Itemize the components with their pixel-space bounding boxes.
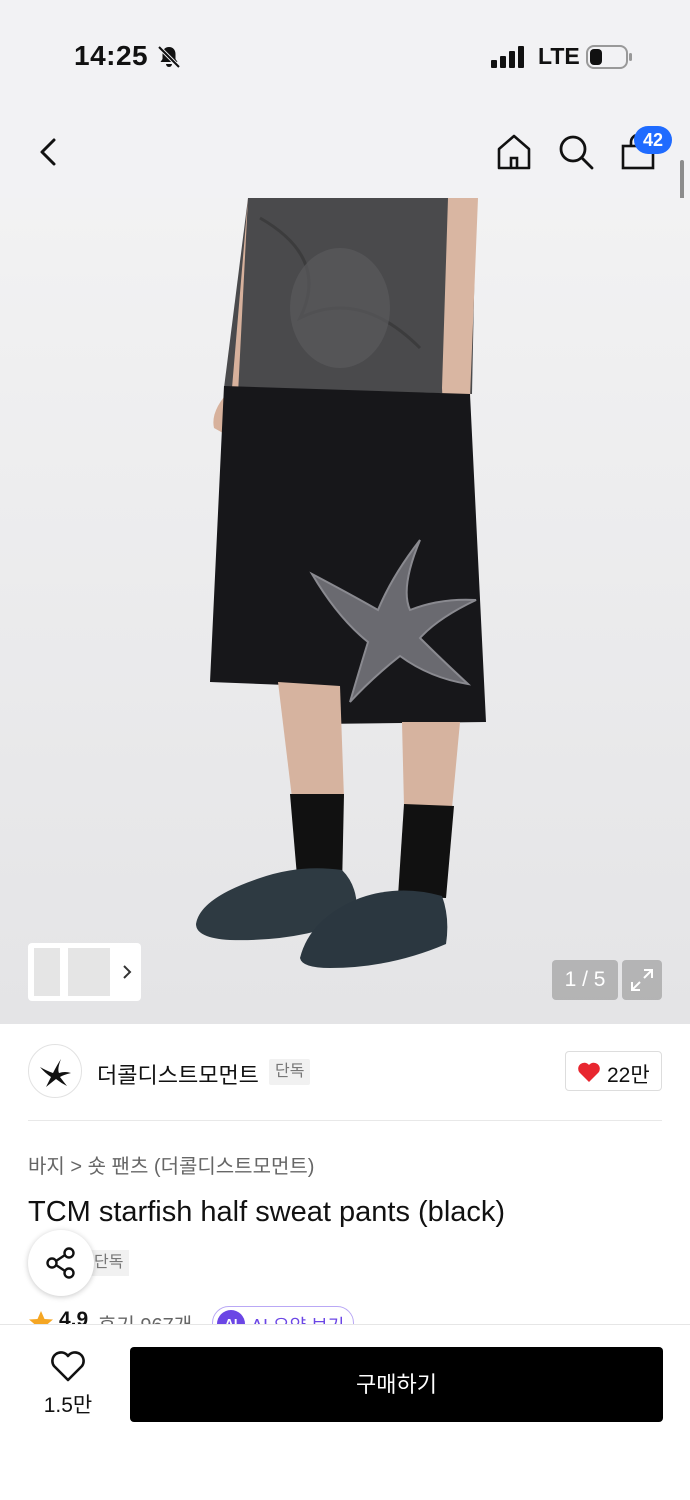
buy-button[interactable]: 구매하기 (130, 1347, 663, 1422)
ai-summary-label: AI 요약 보기 (251, 1312, 344, 1324)
breadcrumb[interactable]: 바지 > 숏 팬츠 (더콜디스트모먼트) (28, 1150, 314, 1179)
heart-outline-icon[interactable] (50, 1351, 86, 1383)
thumbnail-image[interactable] (94, 948, 110, 996)
thumbnail-image[interactable] (34, 948, 60, 996)
product-image-gallery[interactable]: 1 / 5 (0, 198, 690, 1024)
battery-icon (586, 45, 632, 69)
exclusive-tag: 단독 (269, 1059, 311, 1085)
bell-off-icon (157, 45, 181, 69)
cart-count-badge: 42 (634, 126, 672, 154)
brand-name[interactable]: 더콜디스트모먼트 (97, 1058, 259, 1090)
share-icon (46, 1247, 75, 1279)
thumbnail-strip[interactable] (28, 943, 141, 1001)
image-page-counter: 1 / 5 (552, 960, 618, 1000)
network-type: LTE (538, 43, 580, 69)
share-button[interactable] (28, 1230, 94, 1296)
expand-button[interactable] (622, 960, 662, 1000)
star-icon (29, 1311, 53, 1324)
thumbnail-image[interactable] (68, 948, 94, 996)
starfish-logo-icon (40, 1059, 71, 1087)
rating-value: 4.9 (59, 1308, 89, 1324)
home-icon[interactable] (494, 132, 534, 172)
search-icon[interactable] (556, 132, 596, 172)
brand-logo[interactable] (28, 1044, 82, 1098)
status-bar: 14:25 LTE (0, 0, 690, 110)
wish-count: 1.5만 (43, 1394, 93, 1417)
expand-icon (631, 969, 653, 991)
bottom-action-bar: 1.5만 구매하기 (0, 1324, 690, 1500)
divider (28, 1120, 662, 1121)
heart-filled-icon (578, 1062, 600, 1082)
top-nav-bar: 42 (0, 110, 690, 198)
brand-row: 더콜디스트모먼트 단독 22만 (0, 1024, 690, 1122)
ai-icon: AI (217, 1310, 245, 1324)
brand-like-button[interactable]: 22만 (565, 1051, 662, 1091)
back-arrow-icon[interactable] (30, 132, 70, 172)
ai-summary-button[interactable]: AI AI 요약 보기 (212, 1306, 354, 1324)
product-title: TCM starfish half sweat pants (black) (28, 1196, 506, 1228)
product-tag: 단독 (88, 1250, 130, 1276)
chevron-right-icon[interactable] (120, 963, 134, 981)
status-time: 14:25 (74, 40, 149, 71)
rating-row: 4.9 후기 967개 AI AI 요약 보기 (28, 1306, 688, 1324)
brand-like-count: 22만 (607, 1064, 650, 1087)
product-photo (0, 198, 690, 1024)
signal-icon (491, 46, 524, 68)
review-count[interactable]: 후기 967개 (98, 1309, 192, 1324)
